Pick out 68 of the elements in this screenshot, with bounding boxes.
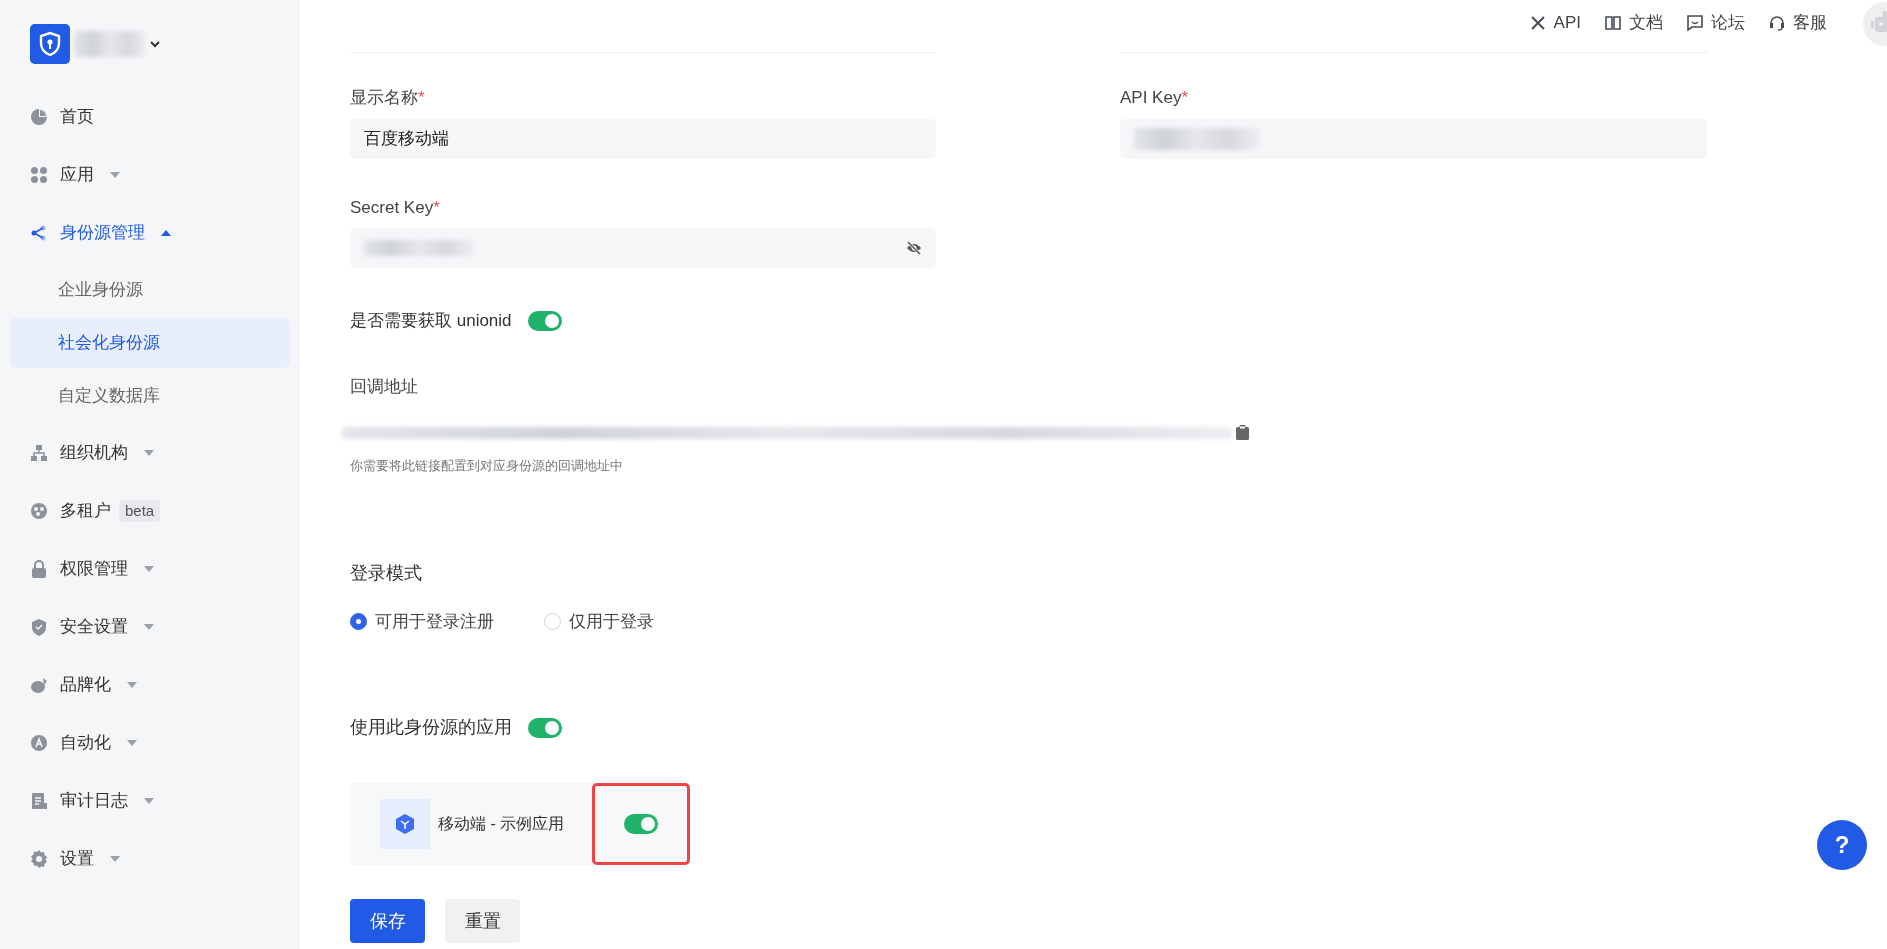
field-label: 显示名称*: [350, 87, 426, 109]
letter-a-icon: [30, 734, 48, 752]
toggle-label: 是否需要获取 unionid: [350, 310, 512, 332]
field-label: API Key*: [1120, 87, 1190, 109]
sidebar-subitem[interactable]: 自定义数据库: [10, 371, 290, 421]
save-button[interactable]: 保存: [350, 899, 425, 943]
lock-icon: [30, 560, 48, 578]
caret-down-icon[interactable]: [127, 682, 137, 688]
blurred-name: [74, 31, 146, 57]
toggle-switch[interactable]: [624, 814, 658, 834]
caret-up-icon[interactable]: [161, 230, 171, 236]
planet-icon: [30, 676, 48, 694]
field-label: Secret Key*: [350, 196, 441, 219]
radio-label: 可用于登录注册: [375, 610, 494, 633]
beta-tag: beta: [119, 499, 161, 523]
sidebar-item[interactable]: 权限管理: [60, 556, 128, 582]
nav-link[interactable]: 文档: [1605, 10, 1663, 36]
caret-down-icon[interactable]: [127, 740, 137, 746]
secret-key-field[interactable]: [350, 228, 936, 268]
caret-down-icon[interactable]: [144, 450, 154, 456]
chevron-down-icon[interactable]: [150, 40, 160, 48]
sidebar-subitem[interactable]: 社会化身份源: [10, 318, 290, 368]
sidebar-item[interactable]: 品牌化: [60, 672, 111, 698]
toggle-switch[interactable]: [527, 310, 562, 331]
help-button[interactable]: ?: [1817, 820, 1867, 870]
sidebar-subitem[interactable]: 企业身份源: [10, 265, 290, 315]
nav-link[interactable]: 客服: [1769, 10, 1827, 36]
caret-down-icon[interactable]: [144, 798, 154, 804]
sidebar-item[interactable]: 安全设置: [60, 614, 128, 640]
text-field[interactable]: 百度移动端: [350, 118, 936, 159]
sidebar-item[interactable]: 审计日志: [60, 788, 128, 814]
apps-icon: [30, 166, 48, 184]
document-icon: [30, 792, 48, 810]
caret-down-icon[interactable]: [144, 566, 154, 572]
sidebar-item[interactable]: 多租户: [60, 498, 111, 524]
clipboard-icon[interactable]: [1236, 425, 1249, 440]
sidebar-item[interactable]: 组织机构: [60, 440, 128, 466]
sidebar-item[interactable]: 自动化: [60, 730, 111, 756]
api-key-field[interactable]: [1120, 118, 1707, 159]
chat-icon: [1687, 15, 1703, 31]
field-label: 回调地址: [350, 375, 419, 398]
nav-link[interactable]: 论坛: [1687, 10, 1745, 36]
reset-button[interactable]: 重置: [445, 899, 520, 943]
radio-label: 仅用于登录: [569, 610, 654, 633]
nav-link[interactable]: API: [1529, 10, 1581, 36]
caret-down-icon[interactable]: [110, 856, 120, 862]
share-icon: [30, 224, 48, 242]
section-title: 使用此身份源的应用: [350, 716, 512, 739]
group-icon: [30, 502, 48, 520]
caret-down-icon[interactable]: [110, 172, 120, 178]
sidebar-item[interactable]: 应用: [60, 162, 94, 188]
radio-button[interactable]: [350, 612, 367, 630]
section-title: 登录模式: [350, 561, 423, 585]
toggle-switch[interactable]: [528, 717, 562, 738]
app-name: 移动端 - 示例应用: [438, 814, 565, 834]
pie-chart-icon: [30, 108, 48, 126]
sidebar-item[interactable]: 设置: [60, 846, 94, 872]
eye-off-icon[interactable]: [906, 240, 922, 256]
sidebar-item[interactable]: 身份源管理: [60, 220, 145, 246]
org-chart-icon: [30, 444, 48, 462]
shield-icon: [30, 618, 48, 636]
gear-icon: [30, 850, 48, 868]
headset-icon: [1769, 15, 1785, 31]
book-icon: [1605, 15, 1621, 31]
sidebar-item[interactable]: 首页: [60, 104, 94, 130]
hint-text: 你需要将此链接配置到对应身份源的回调地址中: [350, 457, 624, 475]
caret-down-icon[interactable]: [144, 624, 154, 630]
logo-icon: [30, 24, 70, 64]
